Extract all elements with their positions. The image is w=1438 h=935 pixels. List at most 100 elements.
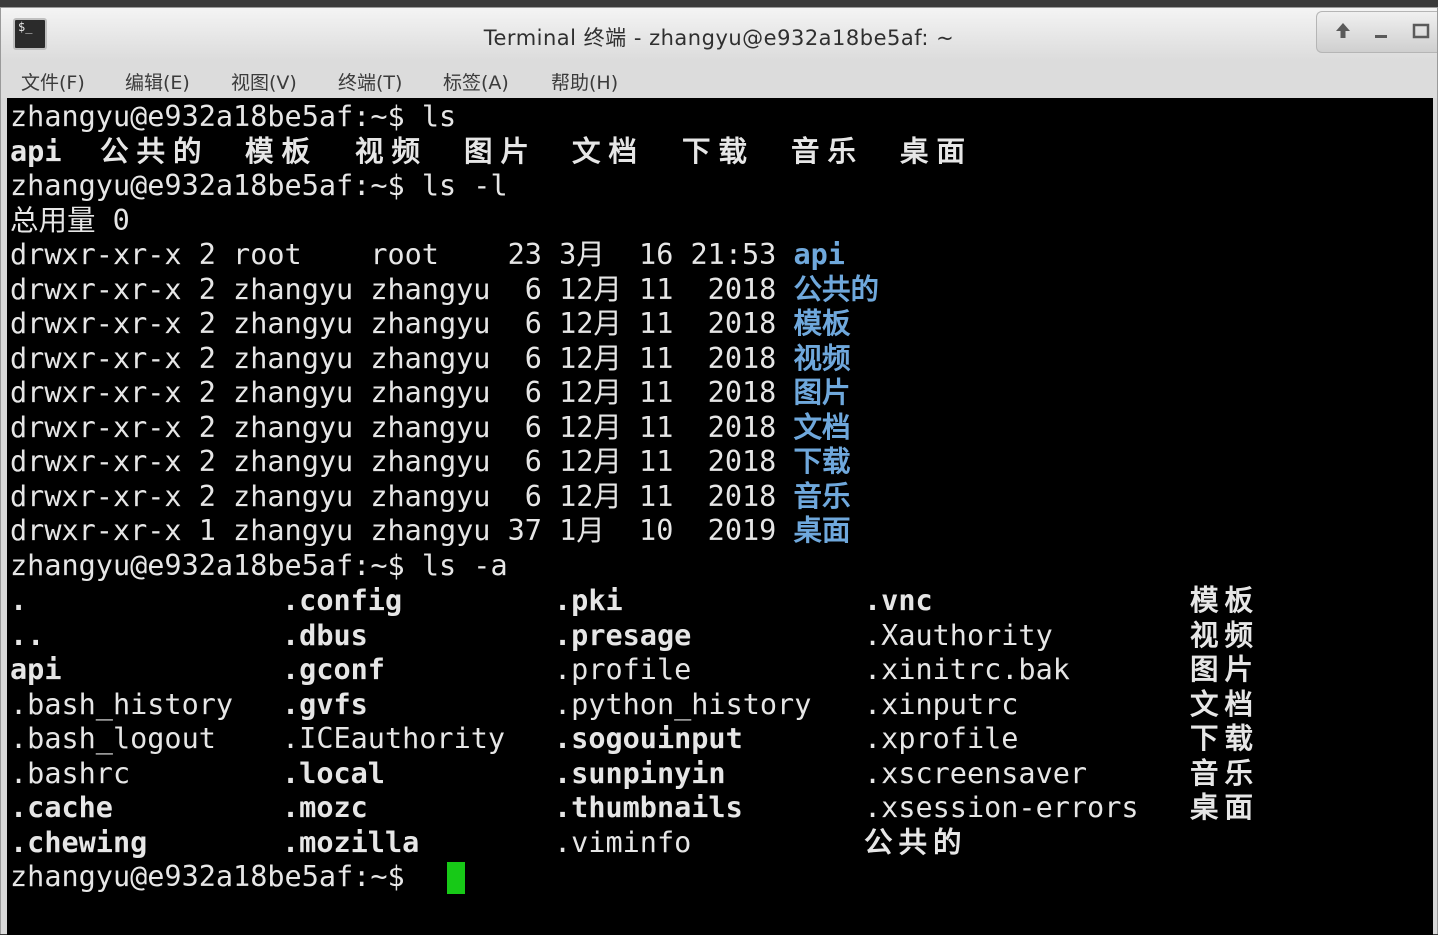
directory-entry: .thumbnails	[554, 791, 743, 824]
terminal-window: $_ Terminal 终端 - zhangyu@e932a18be5af: ~…	[0, 7, 1438, 935]
directory-entry: 桌面	[1190, 791, 1260, 824]
file-entry: .bash_logout	[10, 722, 216, 755]
file-entry: .python_history	[554, 687, 812, 721]
file-meta: drwxr-xr-x 2 zhangyu zhangyu 6 12月 11 20…	[10, 272, 794, 306]
directory-name: 文档	[793, 410, 851, 444]
directory-entry: 模板	[245, 135, 319, 168]
command-line: zhangyu@e932a18be5af:~$ ls -a	[10, 549, 508, 583]
file-entry: .xinitrc.bak	[864, 653, 1070, 686]
directory-entry: .vnc	[864, 584, 933, 617]
prompt: zhangyu@e932a18be5af:~$	[10, 100, 422, 133]
prompt: zhangyu@e932a18be5af:~$	[10, 860, 422, 893]
directory-entry: 图片	[464, 135, 538, 168]
file-meta: drwxr-xr-x 1 zhangyu zhangyu 37 1月 10 20…	[10, 514, 794, 547]
menu-terminal[interactable]: 终端(T)	[338, 68, 402, 95]
long-listing-row: drwxr-xr-x 2 root root 23 3月 16 21:53 ap…	[10, 238, 845, 272]
prompt: zhangyu@e932a18be5af:~$	[10, 169, 422, 202]
directory-entry: 下载	[1190, 722, 1260, 755]
file-entry: .viminfo	[554, 825, 692, 859]
file-entry: .ICEauthority	[282, 722, 506, 755]
directory-entry: 公共的	[100, 135, 210, 168]
long-listing-row: drwxr-xr-x 2 zhangyu zhangyu 6 12月 11 20…	[10, 342, 851, 376]
title-bar[interactable]: $_ Terminal 终端 - zhangyu@e932a18be5af: ~	[1, 8, 1437, 60]
directory-entry: 公共的	[864, 825, 968, 859]
directory-entry: api	[10, 653, 62, 686]
directory-entry: api	[10, 135, 62, 168]
directory-entry: .gconf	[282, 653, 385, 686]
text-cursor	[447, 862, 465, 894]
long-listing-row: drwxr-xr-x 2 zhangyu zhangyu 6 12月 11 20…	[10, 480, 851, 514]
menu-file[interactable]: 文件(F)	[21, 68, 85, 95]
long-listing-row: drwxr-xr-x 1 zhangyu zhangyu 37 1月 10 20…	[10, 514, 851, 548]
command-line: zhangyu@e932a18be5af:~$ ls -l	[10, 169, 508, 203]
window-controls	[1316, 11, 1437, 53]
long-listing-row: drwxr-xr-x 2 zhangyu zhangyu 6 12月 11 20…	[10, 411, 851, 445]
command: ls	[421, 100, 457, 133]
file-entry: .xinputrc	[864, 687, 1019, 721]
current-prompt-line: zhangyu@e932a18be5af:~$	[10, 860, 422, 894]
file-meta: drwxr-xr-x 2 zhangyu zhangyu 6 12月 11 20…	[10, 341, 794, 375]
directory-entry: 音乐	[791, 135, 865, 168]
directory-name: 音乐	[793, 479, 851, 513]
directory-entry: 图片	[1190, 653, 1260, 686]
directory-name: 下载	[793, 445, 851, 478]
directory-entry: .pki	[554, 584, 623, 617]
menu-tabs[interactable]: 标签(A)	[443, 68, 509, 95]
minimize-icon[interactable]	[1369, 20, 1393, 44]
maximize-icon[interactable]	[1409, 20, 1433, 44]
file-entry: .bashrc	[10, 756, 131, 790]
file-entry: .xsession-errors	[864, 791, 1139, 824]
command: ls -l	[421, 169, 508, 202]
menu-view[interactable]: 视图(V)	[231, 68, 297, 95]
file-entry: .xscreensaver	[864, 756, 1088, 790]
menu-help[interactable]: 帮助(H)	[551, 68, 618, 95]
file-meta: drwxr-xr-x 2 root root 23 3月 16 21:53	[10, 238, 794, 271]
prompt: zhangyu@e932a18be5af:~$	[10, 549, 422, 582]
directory-name: api	[793, 238, 845, 271]
long-listing-row: drwxr-xr-x 2 zhangyu zhangyu 6 12月 11 20…	[10, 376, 851, 410]
directory-entry: .chewing	[10, 825, 148, 859]
directory-entry: .mozc	[282, 791, 368, 824]
window-title: Terminal 终端 - zhangyu@e932a18be5af: ~	[483, 26, 955, 50]
directory-entry: .	[10, 584, 28, 617]
directory-entry: 文档	[572, 135, 646, 168]
command: ls -a	[421, 549, 508, 582]
total-line: 总用量 0	[10, 204, 130, 237]
long-listing-row: drwxr-xr-x 2 zhangyu zhangyu 6 12月 11 20…	[10, 273, 879, 307]
terminal-screen[interactable]: zhangyu@e932a18be5af:~$ ls api 公共的 模板 视频 图片文…	[7, 98, 1433, 935]
directory-entry: .sogouinput	[554, 722, 743, 755]
directory-entry: .gvfs	[282, 687, 368, 721]
directory-entry: 下载	[682, 135, 756, 168]
command-line: zhangyu@e932a18be5af:~$ ls	[10, 100, 456, 134]
file-entry: .xprofile	[864, 722, 1019, 755]
directory-entry: 桌面	[900, 135, 974, 168]
file-meta: drwxr-xr-x 2 zhangyu zhangyu 6 12月 11 20…	[10, 307, 794, 340]
directory-entry: .mozilla	[282, 825, 420, 859]
file-meta: drwxr-xr-x 2 zhangyu zhangyu 6 12月 11 20…	[10, 445, 794, 478]
directory-name: 视频	[793, 341, 851, 375]
directory-entry: 视频	[355, 135, 429, 168]
directory-name: 模板	[793, 307, 851, 340]
file-meta: drwxr-xr-x 2 zhangyu zhangyu 6 12月 11 20…	[10, 479, 794, 513]
file-entry: .bash_history	[10, 687, 234, 721]
directory-entry: .config	[282, 584, 403, 617]
long-listing-row: drwxr-xr-x 2 zhangyu zhangyu 6 12月 11 20…	[10, 445, 851, 479]
directory-entry: .presage	[554, 618, 692, 652]
file-meta: drwxr-xr-x 2 zhangyu zhangyu 6 12月 11 20…	[10, 376, 794, 409]
directory-entry: 文档	[1190, 687, 1260, 721]
file-meta: drwxr-xr-x 2 zhangyu zhangyu 6 12月 11 20…	[10, 410, 794, 444]
directory-name: 图片	[793, 376, 851, 409]
directory-entry: ..	[10, 618, 45, 652]
menu-edit[interactable]: 编辑(E)	[125, 68, 190, 95]
directory-entry: .dbus	[282, 618, 368, 652]
directory-entry: .cache	[10, 791, 113, 824]
long-listing-row: drwxr-xr-x 2 zhangyu zhangyu 6 12月 11 20…	[10, 307, 851, 341]
directory-name: 公共的	[793, 272, 879, 306]
file-entry: .profile	[554, 653, 692, 686]
file-entry: .Xauthority	[864, 618, 1053, 652]
directory-entry: 视频	[1190, 618, 1260, 652]
directory-entry: 音乐	[1190, 756, 1260, 790]
up-arrow-icon[interactable]	[1331, 20, 1355, 44]
directory-entry: 模板	[1190, 584, 1260, 617]
menu-bar: 文件(F) 编辑(E) 视图(V) 终端(T) 标签(A) 帮助(H)	[1, 60, 1437, 98]
